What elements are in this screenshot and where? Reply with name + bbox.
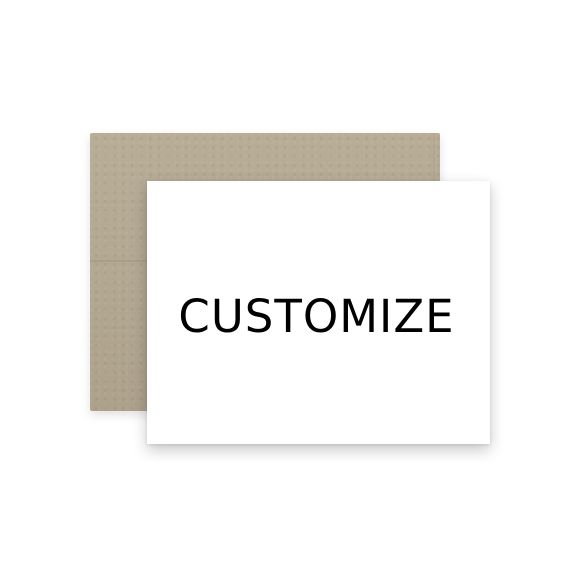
- product-image: CUSTOMIZE: [0, 0, 570, 570]
- greeting-card: CUSTOMIZE: [147, 181, 490, 444]
- card-text: CUSTOMIZE: [178, 290, 455, 343]
